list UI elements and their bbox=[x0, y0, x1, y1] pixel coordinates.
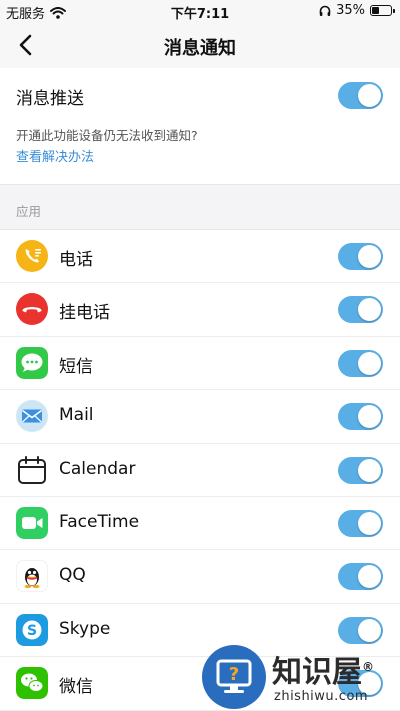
page-title: 消息通知 bbox=[164, 38, 236, 59]
watermark-name: 知识屋® bbox=[272, 655, 374, 690]
status-bar: 无服务 下午7:11 35% bbox=[0, 0, 400, 22]
app-toggle[interactable] bbox=[338, 403, 383, 431]
push-label: 消息推送 bbox=[16, 89, 84, 109]
facetime-icon bbox=[16, 506, 48, 539]
list-item: 短信 bbox=[0, 337, 400, 391]
svg-text:?: ? bbox=[229, 664, 239, 685]
list-item: 电话 bbox=[0, 230, 400, 284]
qq-icon bbox=[16, 560, 48, 593]
app-toggle[interactable] bbox=[338, 243, 383, 270]
list-item: QQ bbox=[0, 550, 400, 604]
watermark-domain: zhishiwu.com bbox=[274, 689, 369, 704]
app-toggle[interactable] bbox=[338, 456, 383, 484]
mail-icon bbox=[16, 400, 48, 433]
phone-icon bbox=[16, 240, 48, 272]
push-toggle[interactable] bbox=[338, 82, 383, 109]
list-item: 挂电话 bbox=[0, 283, 400, 337]
app-label: 电话 bbox=[59, 250, 93, 270]
apps-section-header: 应用 bbox=[0, 184, 400, 230]
section-header-label: 应用 bbox=[16, 204, 42, 219]
app-label: Mail bbox=[59, 405, 94, 426]
app-label: 挂电话 bbox=[59, 303, 110, 324]
app-label: FaceTime bbox=[59, 511, 140, 532]
app-toggle[interactable] bbox=[338, 296, 383, 324]
push-hint: 开通此功能设备仍无法收到通知? bbox=[16, 128, 198, 143]
app-list: 电话 挂电话 短信 Mail Calendar FaceTime QQ S Sk… bbox=[0, 230, 400, 711]
nav-bar: 消息通知 bbox=[0, 22, 400, 68]
app-toggle[interactable] bbox=[338, 563, 383, 591]
push-section: 消息推送 开通此功能设备仍无法收到通知? 查看解决办法 bbox=[0, 68, 400, 184]
app-label: 短信 bbox=[59, 356, 93, 377]
headphones-icon bbox=[319, 5, 331, 16]
hang-up-icon bbox=[16, 293, 48, 326]
skype-icon: S bbox=[16, 613, 48, 646]
list-item: Calendar bbox=[0, 444, 400, 497]
calendar-icon bbox=[18, 455, 46, 484]
app-label: 微信 bbox=[59, 677, 93, 698]
watermark: ? 知识屋® zhishiwu.com bbox=[202, 643, 400, 711]
app-toggle[interactable] bbox=[338, 349, 383, 377]
app-toggle[interactable] bbox=[338, 616, 383, 644]
app-label: Calendar bbox=[59, 458, 136, 479]
svg-text:S: S bbox=[27, 623, 37, 639]
battery-percent: 35% bbox=[336, 3, 365, 18]
solution-link[interactable]: 查看解决办法 bbox=[16, 146, 94, 165]
list-item: FaceTime bbox=[0, 497, 400, 551]
list-item: Mail bbox=[0, 390, 400, 444]
app-label: QQ bbox=[59, 565, 86, 586]
messages-icon bbox=[16, 346, 48, 379]
battery-icon bbox=[370, 5, 395, 16]
question-monitor-icon: ? bbox=[202, 645, 266, 709]
wechat-icon bbox=[16, 667, 48, 700]
app-toggle[interactable] bbox=[338, 509, 383, 537]
app-label: Skype bbox=[59, 618, 111, 639]
